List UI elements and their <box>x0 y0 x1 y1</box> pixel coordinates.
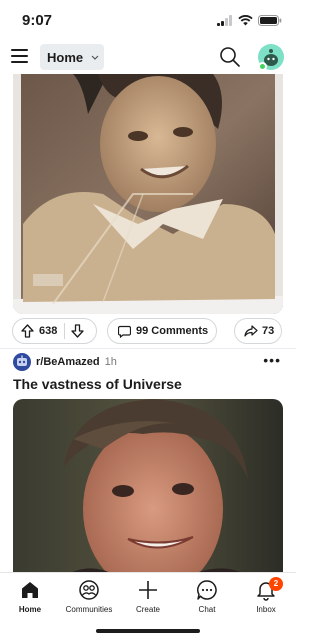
nav-home[interactable]: Home <box>0 579 60 614</box>
subreddit-name[interactable]: r/BeAmazed <box>36 356 100 368</box>
status-bar: 9:07 <box>0 0 296 40</box>
post-image[interactable] <box>13 74 283 314</box>
status-time: 9:07 <box>22 12 53 29</box>
nav-chat-label: Chat <box>198 605 216 614</box>
search-icon[interactable] <box>219 46 241 68</box>
inbox-badge: 2 <box>269 577 283 591</box>
feed-selector[interactable]: Home <box>40 44 104 70</box>
nav-create[interactable]: Create <box>118 579 178 614</box>
vote-count: 638 <box>39 325 58 337</box>
plus-icon <box>139 581 157 599</box>
comment-icon <box>118 325 131 338</box>
post-title[interactable]: The vastness of Universe <box>13 376 283 392</box>
nav-create-label: Create <box>135 605 160 614</box>
nav-communities-label: Communities <box>65 605 113 614</box>
home-icon <box>22 582 38 598</box>
upvote-icon[interactable] <box>21 324 34 338</box>
comments-button[interactable]: 99 Comments <box>107 318 217 344</box>
menu-icon[interactable] <box>11 49 28 63</box>
status-icons <box>217 15 282 26</box>
more-options-icon[interactable]: ••• <box>263 353 281 367</box>
signal-icon <box>217 15 232 26</box>
post-meta: r/BeAmazed 1h ••• <box>13 353 285 371</box>
avatar[interactable] <box>258 44 284 71</box>
wifi-icon <box>238 15 253 26</box>
home-indicator <box>96 629 200 633</box>
post-divider <box>0 348 296 349</box>
nav-inbox[interactable]: 2 Inbox <box>236 577 296 614</box>
vote-divider <box>64 323 66 339</box>
feed-selector-label: Home <box>47 49 84 65</box>
chevron-down-icon <box>91 55 99 60</box>
nav-inbox-label: Inbox <box>256 605 276 614</box>
chat-icon <box>197 580 217 600</box>
post-image[interactable] <box>13 399 283 584</box>
share-icon <box>244 325 258 337</box>
nav-communities[interactable]: Communities <box>59 579 119 614</box>
nav-home-label: Home <box>18 605 42 614</box>
share-button[interactable]: 73 <box>234 318 282 344</box>
battery-icon <box>258 15 282 26</box>
robot-icon <box>17 355 27 366</box>
comments-label: 99 Comments <box>136 325 209 337</box>
vintage-photo-image <box>13 74 283 314</box>
communities-icon <box>79 580 99 600</box>
subreddit-icon[interactable] <box>13 353 31 371</box>
portrait-image <box>13 399 283 584</box>
share-count: 73 <box>262 325 275 337</box>
post-actions: 638 99 Comments 73 <box>12 318 284 344</box>
nav-chat[interactable]: Chat <box>177 579 237 614</box>
downvote-icon[interactable] <box>71 324 85 338</box>
top-nav: Home <box>0 40 296 74</box>
online-indicator <box>258 62 267 71</box>
vote-pill: 638 <box>12 318 97 344</box>
post-age: 1h <box>104 356 117 368</box>
